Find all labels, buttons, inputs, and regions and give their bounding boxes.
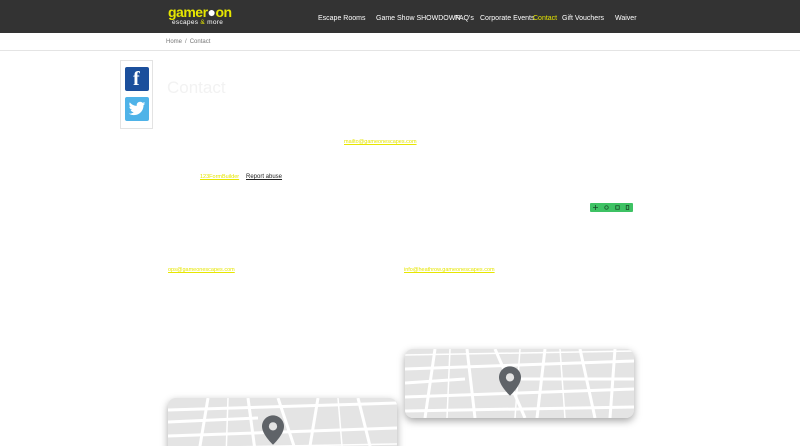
move-icon[interactable] — [593, 205, 598, 210]
email-link-main[interactable]: mailto@gameonescapes.com — [344, 139, 417, 145]
main-nav: Escape Rooms Game Show SHOWDOWN FAQ's Co… — [0, 0, 800, 33]
social-share-bar: f — [120, 60, 153, 129]
breadcrumb: Home / Contact — [166, 39, 210, 45]
page: gamer●on escapes & more Escape Rooms Gam… — [0, 0, 800, 446]
nav-waiver[interactable]: Waiver — [615, 15, 637, 22]
nav-faqs[interactable]: FAQ's — [455, 15, 474, 22]
header: gamer●on escapes & more Escape Rooms Gam… — [0, 0, 800, 33]
settings-icon[interactable] — [604, 205, 609, 210]
map-right[interactable] — [405, 349, 634, 418]
map-pin-icon — [499, 366, 521, 396]
widget-toolbar — [590, 203, 633, 212]
report-abuse-link[interactable]: Report abuse — [246, 174, 282, 180]
delete-icon[interactable] — [625, 205, 630, 210]
breadcrumb-bar: Home / Contact — [0, 33, 800, 51]
breadcrumb-current: Contact — [189, 39, 211, 45]
email-link-right[interactable]: info@heathrow.gameonescapes.com — [404, 267, 495, 273]
breadcrumb-separator: / — [185, 39, 187, 45]
nav-game-show[interactable]: Game Show SHOWDOWN — [376, 15, 460, 22]
email-link-left[interactable]: ops@gameonescapes.com — [168, 267, 235, 273]
twitter-icon[interactable] — [125, 97, 149, 121]
map-pin-icon — [262, 415, 284, 445]
form-builder-link[interactable]: 123FormBuilder — [200, 174, 239, 180]
nav-contact[interactable]: Contact — [533, 15, 557, 22]
nav-gift-vouchers[interactable]: Gift Vouchers — [562, 15, 604, 22]
page-title: Contact — [167, 78, 226, 97]
nav-corporate-events[interactable]: Corporate Events — [480, 15, 534, 22]
copy-icon[interactable] — [615, 205, 620, 210]
facebook-icon[interactable]: f — [125, 67, 149, 91]
map-left[interactable] — [168, 398, 397, 446]
nav-escape-rooms[interactable]: Escape Rooms — [318, 15, 365, 22]
breadcrumb-home[interactable]: Home — [166, 39, 182, 45]
